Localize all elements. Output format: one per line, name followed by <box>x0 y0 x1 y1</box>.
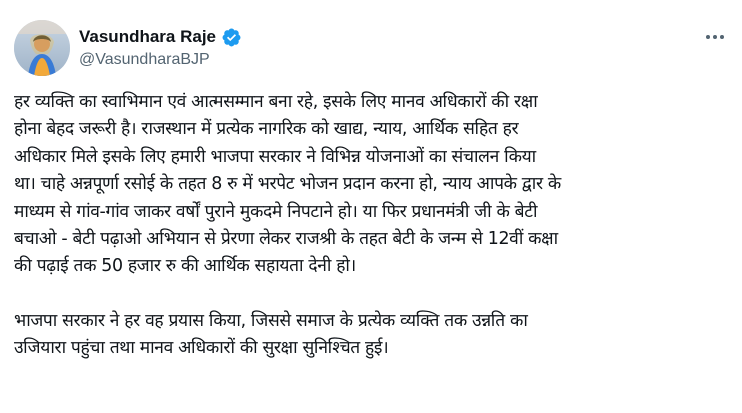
display-name-row: Vasundhara Raje <box>79 26 242 48</box>
profile-photo-icon <box>14 20 70 76</box>
author-handle[interactable]: @VasundharaBJP <box>79 50 242 70</box>
author-names: Vasundhara Raje @VasundharaBJP <box>79 26 242 70</box>
display-name[interactable]: Vasundhara Raje <box>79 26 216 48</box>
more-dot <box>720 35 724 39</box>
tweet-line: अधिकार मिले इसके लिए हमारी भाजपा सरकार न… <box>14 146 536 167</box>
tweet-line: उजियारा पहुंचा तथा मानव अधिकारों की सुरक… <box>14 338 389 359</box>
tweet-card: Vasundhara Raje @VasundharaBJP हर व्यक्त… <box>0 0 742 413</box>
tweet-line: माध्यम से गांव-गांव जाकर वर्षों पुराने म… <box>14 201 538 222</box>
more-options-icon[interactable] <box>702 26 728 48</box>
tweet-line: होना बेहद जरूरी है। राजस्थान में प्रत्ये… <box>14 119 519 140</box>
tweet-line: हर व्यक्ति का स्वाभिमान एवं आत्मसम्मान ब… <box>14 92 538 112</box>
tweet-line: था। चाहे अन्नपूर्णा रसोई के तहत 8 रु में… <box>14 174 561 195</box>
more-dot <box>713 35 717 39</box>
tweet-text: हर व्यक्ति का स्वाभिमान एवं आत्मसम्मान ब… <box>14 89 730 363</box>
tweet-line: भाजपा सरकार ने हर वह प्रयास किया, जिससे … <box>14 310 528 331</box>
avatar[interactable] <box>14 20 70 76</box>
tweet-line: बचाओ - बेटी पढ़ाओ अभियान से प्रेरणा लेकर… <box>14 229 558 250</box>
verified-badge-icon[interactable] <box>221 27 242 48</box>
tweet-line: की पढ़ाई तक 50 हजार रु की आर्थिक सहायता … <box>14 256 356 277</box>
more-dot <box>706 35 710 39</box>
tweet-header: Vasundhara Raje @VasundharaBJP <box>14 20 728 76</box>
